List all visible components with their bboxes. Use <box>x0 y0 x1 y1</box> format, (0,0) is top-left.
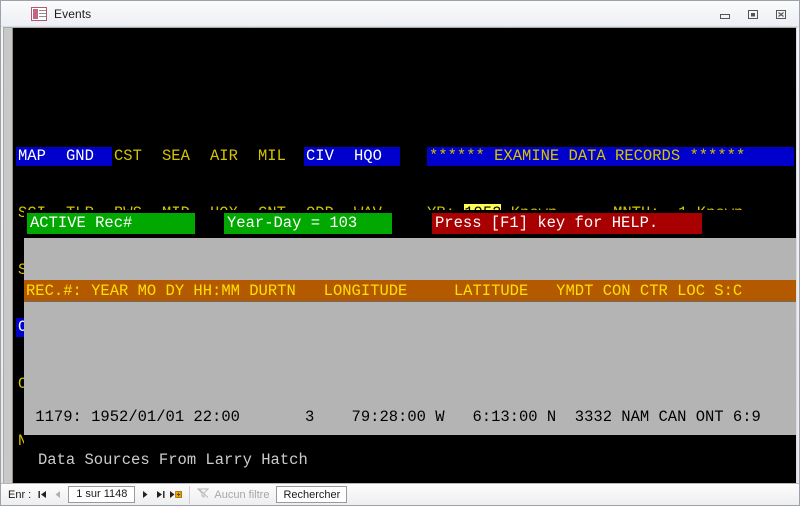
form-client-area: MAP GND CST SEA AIR MIL CIV HQO SCI TLP … <box>3 27 797 483</box>
examine-panel-header: ****** EXAMINE DATA RECORDS ****** <box>427 147 794 166</box>
access-form-window: Events MAP GND CST <box>0 0 800 506</box>
year-day-bar: Year-Day = 103 <box>224 213 392 234</box>
minimize-icon[interactable] <box>711 4 739 24</box>
code-cell-air[interactable]: AIR <box>208 147 256 166</box>
code-cell-civ[interactable]: CIV <box>304 147 352 166</box>
table-column-headers: REC.#: YEAR MO DY HH:MM DURTN LONGITUDE … <box>24 280 796 302</box>
record-nav-label: Enr : <box>8 489 31 501</box>
code-cell-sea[interactable]: SEA <box>160 147 208 166</box>
last-record-icon[interactable] <box>153 487 168 503</box>
restore-icon[interactable] <box>739 4 767 24</box>
data-source-credit: Data Sources From Larry Hatch <box>24 435 796 483</box>
window-title: Events <box>54 7 91 21</box>
record-position-input[interactable]: 1 sur 1148 <box>68 486 135 503</box>
code-cell-gnd[interactable]: GND <box>64 147 112 166</box>
close-icon[interactable] <box>767 4 795 24</box>
status-strip: ACTIVE Rec# Year-Day = 103 Press [F1] ke… <box>24 210 796 238</box>
code-cell-cst[interactable]: CST <box>112 147 160 166</box>
filter-icon <box>197 487 210 502</box>
search-input[interactable]: Rechercher <box>276 486 347 503</box>
code-cell-map[interactable]: MAP <box>16 147 64 166</box>
previous-record-icon[interactable] <box>50 487 65 503</box>
window-controls <box>711 1 795 27</box>
record-primary-line: 1179: 1952/01/01 22:00 3 79:28:00 W 6:13… <box>24 407 796 428</box>
title-bar: Events <box>1 1 799 27</box>
new-record-icon[interactable] <box>168 487 183 503</box>
filter-label: Aucun filtre <box>214 489 269 501</box>
dos-screen: MAP GND CST SEA AIR MIL CIV HQO SCI TLP … <box>14 28 796 483</box>
record-selector-rail[interactable] <box>4 28 13 483</box>
record-navigation-bar: Enr : 1 sur 1148 Aucun filtre Rechercher <box>1 483 799 505</box>
code-cell-hqo[interactable]: HQO <box>352 147 400 166</box>
active-record-bar: ACTIVE Rec# <box>27 213 195 234</box>
access-form-icon <box>31 7 47 21</box>
help-prompt-bar[interactable]: Press [F1] key for HELP. <box>432 213 702 234</box>
next-record-icon[interactable] <box>138 487 153 503</box>
grid-row: MAP GND CST SEA AIR MIL CIV HQO <box>16 147 416 166</box>
filter-status[interactable]: Aucun filtre <box>189 486 269 504</box>
first-record-icon[interactable] <box>35 487 50 503</box>
code-cell-mil[interactable]: MIL <box>256 147 304 166</box>
